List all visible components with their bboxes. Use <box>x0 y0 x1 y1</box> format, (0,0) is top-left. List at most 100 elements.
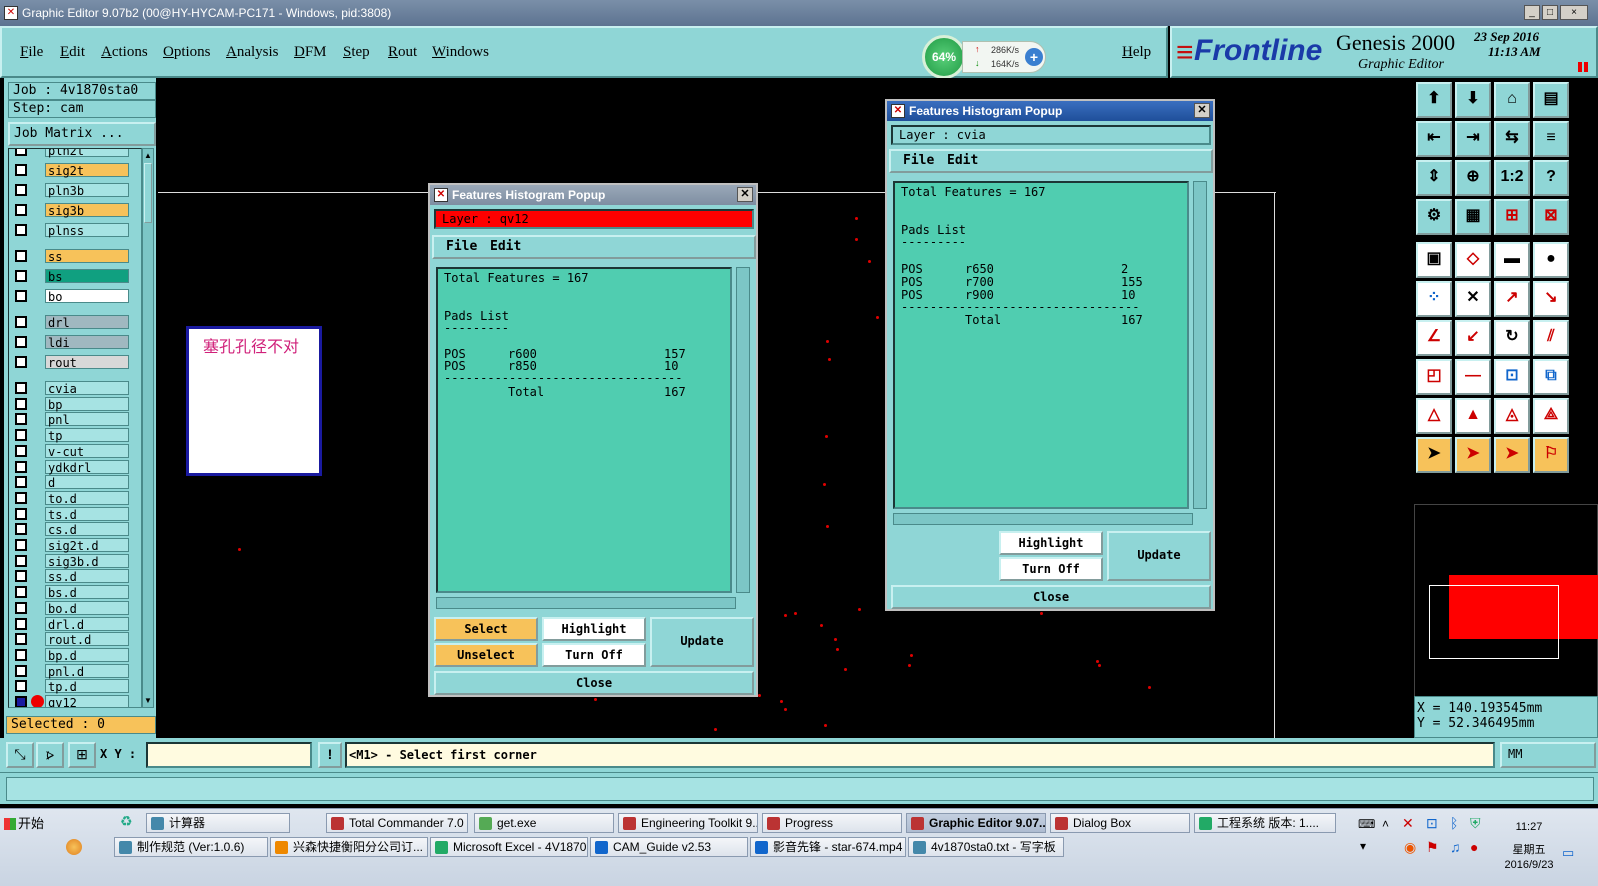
layer-checkbox[interactable] <box>15 554 27 567</box>
job-matrix-button[interactable]: Job Matrix ... <box>8 122 156 146</box>
grid-icon[interactable]: ▦ <box>1455 199 1491 235</box>
grid-icon[interactable]: ⊞ <box>68 742 96 768</box>
layer-row[interactable]: sig3b.d <box>11 553 133 569</box>
menu-help[interactable]: Help <box>1122 44 1151 61</box>
overview-viewport[interactable] <box>1429 585 1559 659</box>
taskbar-item[interactable]: 兴森快捷衡阳分公司订... <box>270 837 428 857</box>
layer-checkbox[interactable] <box>15 149 27 156</box>
layer-checkbox[interactable] <box>15 336 27 348</box>
units-selector[interactable]: MM <box>1500 742 1596 768</box>
info-icon[interactable]: ! <box>318 742 342 768</box>
update-button[interactable]: Update <box>1107 531 1211 581</box>
layer-checkbox[interactable] <box>15 586 27 599</box>
layer-row[interactable]: cvia <box>11 381 133 396</box>
layer-row[interactable]: qv12 <box>11 695 133 707</box>
chevron-up-icon[interactable]: ˄ <box>1382 817 1389 831</box>
pointer-highlight-icon[interactable]: ➤ <box>1455 437 1491 473</box>
taskbar-item[interactable]: Microsoft Excel - 4V1870... <box>430 837 588 857</box>
popup1-close-icon[interactable]: ✕ <box>737 187 753 202</box>
fill-icon[interactable]: ▲ <box>1455 398 1491 434</box>
select-area-icon[interactable]: ◰ <box>1416 359 1452 395</box>
keyboard-icon[interactable]: ⌨ <box>1358 817 1375 831</box>
layer-row[interactable]: to.d <box>11 490 133 506</box>
popup2-hscroll[interactable] <box>893 513 1193 525</box>
layer-checkbox[interactable] <box>15 460 27 473</box>
show-desktop-icon[interactable]: ▭ <box>1562 845 1592 863</box>
ruler-icon[interactable]: ▬ <box>1494 242 1530 278</box>
layer-checkbox[interactable] <box>15 696 27 707</box>
ratio-icon[interactable]: 1:2 <box>1494 160 1530 196</box>
layer-row[interactable]: bs.d <box>11 585 133 600</box>
layer-checkbox[interactable] <box>15 601 27 614</box>
flag-tray-icon[interactable]: ⚑ <box>1426 839 1439 856</box>
sound-tray-icon[interactable]: ◉ <box>1404 839 1416 856</box>
scroll-up-icon[interactable]: ▲ <box>144 151 152 160</box>
close-button[interactable]: × <box>1560 5 1588 20</box>
move-box-icon[interactable]: ⊡ <box>1494 359 1530 395</box>
scroll-thumb[interactable] <box>144 163 152 223</box>
add-icon[interactable]: ↗ <box>1494 281 1530 317</box>
layer-checkbox[interactable] <box>15 633 27 646</box>
taskbar-item[interactable]: Progress <box>762 813 902 833</box>
measure-icon[interactable]: ⦠ <box>36 742 64 768</box>
layer-checkbox[interactable] <box>15 290 27 302</box>
layer-row[interactable]: bo.d <box>11 600 133 616</box>
unselect-button[interactable]: Unselect <box>434 643 538 667</box>
layer-row[interactable]: ts.d <box>11 506 133 522</box>
layer-checkbox[interactable] <box>15 570 27 583</box>
menu-windows[interactable]: Windows <box>432 44 489 61</box>
menu-step[interactable]: Step <box>343 44 370 61</box>
layers-icon[interactable]: ▤ <box>1533 82 1569 118</box>
popup1-menu-edit[interactable]: Edit <box>490 237 521 257</box>
popup2-vscroll[interactable] <box>1193 181 1207 509</box>
snap-icon[interactable]: ⊞ <box>1494 199 1530 235</box>
taskbar-item[interactable]: 制作规范 (Ver:1.0.6) <box>114 837 268 857</box>
layer-checkbox[interactable] <box>15 523 27 536</box>
layer-row[interactable]: bo <box>11 289 133 304</box>
outline-icon[interactable]: △ <box>1416 398 1452 434</box>
menu-icon[interactable]: ≡ <box>1533 121 1569 157</box>
layer-row[interactable]: tp <box>11 428 133 443</box>
layer-row[interactable]: ss.d <box>11 569 133 584</box>
dash-icon[interactable]: — <box>1455 359 1491 395</box>
text-icon[interactable]: ◬ <box>1494 398 1530 434</box>
zoom-fit-icon[interactable]: ⤡ <box>6 742 34 768</box>
layer-row[interactable]: ldi <box>11 335 133 350</box>
graphic-canvas[interactable]: 塞孔孔径不对 <box>158 78 1414 738</box>
layer-checkbox[interactable] <box>15 397 27 410</box>
overview-map[interactable] <box>1414 504 1598 704</box>
menu-options[interactable]: Options <box>163 44 211 61</box>
highlight-button[interactable]: Highlight <box>999 531 1103 555</box>
layer-checkbox[interactable] <box>15 491 27 504</box>
taskbar-item[interactable]: 工程系统 版本: 1.... <box>1194 813 1336 833</box>
popup2-close-button[interactable]: Close <box>891 585 1211 609</box>
maximize-button[interactable]: □ <box>1542 5 1558 20</box>
colorful-tray-icon[interactable] <box>66 839 82 855</box>
menu-actions[interactable]: Actions <box>101 44 148 61</box>
stretch-icon[interactable]: ⇕ <box>1416 160 1452 196</box>
layer-checkbox[interactable] <box>15 184 27 196</box>
left-icon[interactable]: ⇤ <box>1416 121 1452 157</box>
layer-checkbox[interactable] <box>15 356 27 368</box>
circle-icon[interactable]: ● <box>1533 242 1569 278</box>
layer-checkbox[interactable] <box>15 680 27 693</box>
line-tool-icon[interactable]: ∠ <box>1416 320 1452 356</box>
taskbar-item[interactable]: 影音先锋 - star-674.mp4 <box>750 837 906 857</box>
layer-row[interactable]: pln3b <box>11 183 133 198</box>
layer-checkbox[interactable] <box>15 648 27 661</box>
layer-row[interactable]: pnl <box>11 412 133 427</box>
copy-icon[interactable]: ⧉ <box>1533 359 1569 395</box>
command-line[interactable] <box>6 777 1594 801</box>
taskbar-item[interactable]: get.exe <box>474 813 614 833</box>
home-icon[interactable]: ⌂ <box>1494 82 1530 118</box>
taskbar-item[interactable]: CAM_Guide v2.53 <box>590 837 748 857</box>
recycle-icon[interactable]: ♻ <box>120 813 142 833</box>
plus-icon[interactable]: + <box>1025 48 1043 66</box>
move-down-icon[interactable]: ⬇ <box>1455 82 1491 118</box>
menu-analysis[interactable]: Analysis <box>226 44 279 61</box>
popup2-menu-file[interactable]: File <box>903 151 934 171</box>
popup2-titlebar[interactable]: ✕ Features Histogram Popup ✕ <box>887 101 1213 121</box>
popup1-menu-file[interactable]: File <box>446 237 477 257</box>
layer-list-scrollbar[interactable]: ▲ ▼ <box>142 148 154 708</box>
delete-icon[interactable]: ✕ <box>1455 281 1491 317</box>
